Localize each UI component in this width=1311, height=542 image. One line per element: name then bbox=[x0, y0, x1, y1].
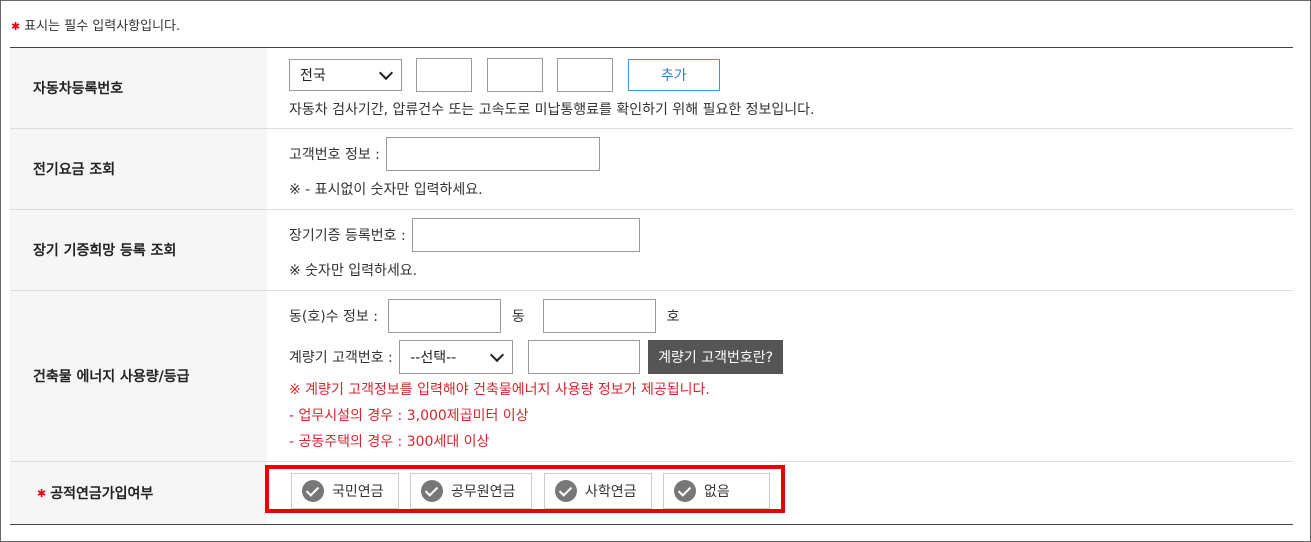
electric-cell: 고객번호 정보 : ※ - 표시없이 숫자만 입력하세요. bbox=[267, 129, 1293, 209]
ho-input[interactable] bbox=[543, 299, 657, 333]
donation-label: 장기 기증희망 등록 조회 bbox=[10, 210, 267, 290]
pension-label: 공적연금가입여부 bbox=[50, 486, 154, 502]
add-button[interactable]: 추가 bbox=[627, 59, 720, 91]
region-select-value: 전국 bbox=[300, 68, 326, 84]
pension-option-label: 없음 bbox=[704, 484, 730, 500]
required-star-icon: ✱ bbox=[37, 486, 47, 500]
pension-option-national[interactable]: 국민연금 bbox=[291, 473, 399, 509]
electric-label: 전기요금 조회 bbox=[10, 129, 267, 209]
dong-suffix: 동 bbox=[511, 309, 525, 325]
plate-input-3[interactable] bbox=[557, 58, 614, 92]
customer-number-label: 고객번호 정보 : bbox=[289, 147, 380, 163]
customer-number-input[interactable] bbox=[386, 137, 601, 171]
required-notice-text: 표시는 필수 입력사항입니다. bbox=[24, 19, 181, 34]
electric-help: ※ - 표시없이 숫자만 입력하세요. bbox=[289, 182, 483, 198]
dong-ho-label: 동(호)수 정보 : bbox=[289, 309, 378, 325]
pension-option-label: 공무원연금 bbox=[451, 484, 516, 500]
housing-note: - 공동주택의 경우 : 300세대 이상 bbox=[289, 434, 490, 450]
ho-suffix: 호 bbox=[666, 309, 680, 325]
vehicle-label: 자동차등록번호 bbox=[10, 48, 267, 128]
vehicle-help: 자동차 검사기간, 압류건수 또는 고속도로 미납통행료를 확인하기 위해 필요… bbox=[289, 102, 815, 118]
meter-select-value: --선택-- bbox=[410, 350, 457, 366]
pension-option-private-school[interactable]: 사학연금 bbox=[544, 473, 652, 509]
vehicle-row: 자동차등록번호 전국 추가 자동차 검사기간, 압류건수 또는 고속도로 미납통… bbox=[10, 48, 1293, 129]
vehicle-cell: 전국 추가 자동차 검사기간, 압류건수 또는 고속도로 미납통행료를 확인하기… bbox=[267, 48, 1293, 128]
meter-help-button[interactable]: 계량기 고객번호란? bbox=[648, 340, 784, 374]
electric-row: 전기요금 조회 고객번호 정보 : ※ - 표시없이 숫자만 입력하세요. bbox=[10, 129, 1293, 210]
donation-help: ※ 숫자만 입력하세요. bbox=[289, 263, 418, 279]
check-circle-icon bbox=[674, 480, 696, 502]
meter-select[interactable]: --선택-- bbox=[399, 340, 514, 374]
pension-option-civil-servant[interactable]: 공무원연금 bbox=[410, 473, 532, 509]
office-note: - 업무시설의 경우 : 3,000제곱미터 이상 bbox=[289, 408, 529, 424]
meter-note: ※ 계량기 고객정보를 입력해야 건축물에너지 사용량 정보가 제공됩니다. bbox=[289, 382, 710, 398]
meter-number-label: 계량기 고객번호 : bbox=[289, 350, 393, 366]
check-circle-icon bbox=[555, 480, 577, 502]
chevron-down-icon bbox=[378, 65, 394, 80]
meter-number-input[interactable] bbox=[527, 340, 640, 374]
donation-number-label: 장기기증 등록번호 : bbox=[289, 228, 406, 244]
donation-number-input[interactable] bbox=[412, 218, 641, 252]
building-row: 건축물 에너지 사용량/등급 동(호)수 정보 : 동 호 계량기 고객번호 :… bbox=[10, 291, 1293, 462]
plate-input-2[interactable] bbox=[486, 58, 543, 92]
building-label: 건축물 에너지 사용량/등급 bbox=[10, 291, 267, 461]
building-cell: 동(호)수 정보 : 동 호 계량기 고객번호 : --선택-- 계량기 고객번… bbox=[267, 291, 1293, 461]
pension-label-cell: ✱ 공적연금가입여부 bbox=[10, 462, 267, 524]
region-select[interactable]: 전국 bbox=[289, 59, 402, 91]
form-table: 자동차등록번호 전국 추가 자동차 검사기간, 압류건수 또는 고속도로 미납통… bbox=[10, 47, 1293, 525]
required-notice: ✱ 표시는 필수 입력사항입니다. bbox=[11, 15, 180, 34]
check-circle-icon bbox=[421, 480, 443, 502]
donation-row: 장기 기증희망 등록 조회 장기기증 등록번호 : ※ 숫자만 입력하세요. bbox=[10, 210, 1293, 291]
chevron-down-icon bbox=[490, 347, 505, 362]
pension-option-label: 국민연금 bbox=[332, 484, 384, 500]
dong-input[interactable] bbox=[388, 299, 502, 333]
pension-highlight-box: 국민연금 공무원연금 사학연금 없음 bbox=[265, 465, 785, 513]
plate-input-1[interactable] bbox=[416, 58, 473, 92]
pension-option-label: 사학연금 bbox=[585, 484, 637, 500]
donation-cell: 장기기증 등록번호 : ※ 숫자만 입력하세요. bbox=[267, 210, 1293, 290]
required-star-icon: ✱ bbox=[11, 20, 21, 33]
pension-option-none[interactable]: 없음 bbox=[663, 473, 770, 509]
check-circle-icon bbox=[302, 480, 324, 502]
